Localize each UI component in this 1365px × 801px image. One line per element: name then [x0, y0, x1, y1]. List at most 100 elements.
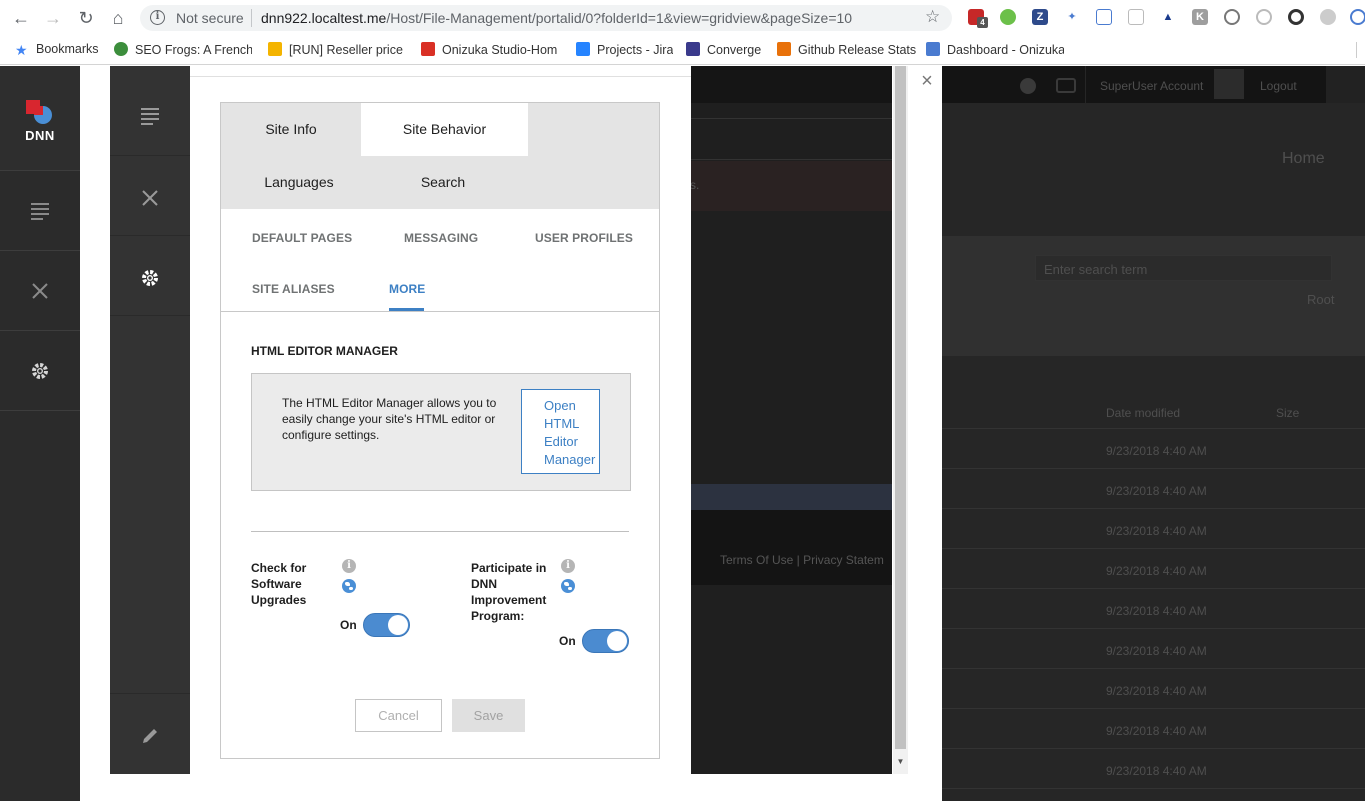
tab-site-info[interactable]: Site Info: [221, 103, 361, 156]
panel-scrollbar-thumb[interactable]: [895, 66, 906, 749]
table-row-divider: [942, 468, 1365, 469]
subtab-site-aliases[interactable]: SITE ALIASES: [252, 282, 335, 296]
extension-icon[interactable]: ▲: [1160, 9, 1176, 25]
open-html-editor-manager-button[interactable]: Open HTML Editor Manager: [521, 389, 600, 474]
background-filter-band: [942, 236, 1365, 356]
background-band: [690, 484, 892, 510]
extension-icon[interactable]: [1288, 9, 1304, 25]
info-icon[interactable]: i: [342, 559, 356, 573]
extension-icon[interactable]: [1350, 9, 1365, 25]
tab-languages[interactable]: Languages: [221, 156, 377, 209]
background-row-date: 9/23/2018 4:40 AM: [1106, 564, 1207, 578]
extension-icon[interactable]: ✦: [1064, 9, 1080, 25]
info-icon[interactable]: i: [561, 559, 575, 573]
gear-icon: [142, 270, 158, 286]
background-col-date: Date modified: [1106, 406, 1181, 420]
bookmark-item[interactable]: ★ Bookmarks: [15, 42, 99, 58]
subtab-more[interactable]: MORE: [389, 282, 425, 296]
extension-icon[interactable]: Z: [1032, 9, 1048, 25]
settings-persona-bar: [110, 66, 190, 774]
footer-links[interactable]: Terms Of Use | Privacy Statem: [720, 553, 884, 567]
globe-icon: [342, 579, 356, 593]
tab-search[interactable]: Search: [377, 156, 509, 209]
background-row-date: 9/23/2018 4:40 AM: [1106, 604, 1207, 618]
improvement-program-label: Participate in DNN Improvement Program:: [471, 561, 547, 623]
persona-edit-button[interactable]: [110, 693, 190, 774]
extension-icon[interactable]: [1224, 9, 1240, 25]
section-title: HTML EDITOR MANAGER: [251, 344, 398, 358]
close-icon[interactable]: ×: [917, 71, 937, 91]
bookmarks-overflow[interactable]: [1356, 42, 1365, 58]
content-icon: [141, 108, 159, 125]
bookmark-item[interactable]: Github Release Stats: [777, 42, 916, 58]
rail-settings-button[interactable]: [0, 331, 80, 411]
cancel-button[interactable]: Cancel: [355, 699, 442, 732]
tools-icon: [32, 283, 48, 299]
improvement-program-toggle[interactable]: [582, 629, 629, 653]
rail-content-button[interactable]: [0, 171, 80, 251]
bookmark-item[interactable]: Converge: [686, 42, 761, 58]
section-divider: [251, 531, 629, 532]
tab-site-behavior[interactable]: Site Behavior: [361, 103, 528, 156]
table-row-divider: [942, 628, 1365, 629]
background-row-date: 9/23/2018 4:40 AM: [1106, 444, 1207, 458]
extension-icon[interactable]: K: [1192, 9, 1208, 25]
subtab-default-pages[interactable]: DEFAULT PAGES: [252, 231, 352, 245]
dnn-logo-text: DNN: [25, 128, 55, 143]
forward-icon[interactable]: →: [43, 8, 63, 28]
tools-icon: [142, 190, 158, 206]
background-account-link: SuperUser Account: [1100, 79, 1204, 93]
site-info-icon[interactable]: i: [150, 10, 165, 25]
subtab-user-profiles[interactable]: USER PROFILES: [535, 231, 633, 245]
extension-icon[interactable]: [1256, 9, 1272, 25]
bookmarks-bar: ★ Bookmarks SEO Frogs: A French [RUN] Res…: [0, 36, 1365, 65]
background-row-date: 9/23/2018 4:40 AM: [1106, 684, 1207, 698]
bookmark-item[interactable]: SEO Frogs: A French: [114, 42, 252, 58]
check-upgrades-label: Check for Software Upgrades: [251, 561, 307, 607]
drive-icon: [268, 42, 282, 56]
save-button[interactable]: Save: [452, 699, 525, 732]
extension-icon[interactable]: [1128, 9, 1144, 25]
dnn-persona-rail: DNN: [0, 66, 80, 801]
extension-icon[interactable]: [1000, 9, 1016, 25]
extension-icon[interactable]: [1320, 9, 1336, 25]
back-icon[interactable]: ←: [11, 8, 31, 28]
table-row-divider: [942, 788, 1365, 789]
table-row-divider: [942, 588, 1365, 589]
rail-manage-button[interactable]: [0, 251, 80, 331]
toggle-knob: [388, 615, 408, 635]
reload-icon[interactable]: ↻: [76, 8, 96, 28]
persona-manage-button[interactable]: [110, 156, 190, 236]
background-search-box: Enter search term: [1035, 255, 1332, 281]
search-icon: [1326, 66, 1365, 103]
background-row-date: 9/23/2018 4:40 AM: [1106, 764, 1207, 778]
background-file-manager: SuperUser Account Logout Home Enter sear…: [942, 66, 1365, 801]
dnn-logo[interactable]: DNN: [0, 66, 80, 171]
bookmark-item[interactable]: Projects - Jira: [576, 42, 673, 58]
extension-icon[interactable]: [1096, 9, 1112, 25]
converge-icon: [686, 42, 700, 56]
table-row-divider: [942, 748, 1365, 749]
table-row-divider: [942, 508, 1365, 509]
scroll-down-arrow-icon[interactable]: ▼: [895, 756, 906, 768]
bookmark-item[interactable]: Onizuka Studio-Hom: [421, 42, 557, 58]
address-bar[interactable]: i Not secure dnn922.localtest.me/Host/Fi…: [140, 5, 952, 31]
background-message-text: s.: [690, 178, 700, 192]
notification-icon: [1020, 78, 1036, 94]
site-settings-card: Site Info Site Behavior Languages Search…: [220, 102, 660, 759]
extension-icon[interactable]: 4: [968, 9, 988, 28]
content-icon: [31, 203, 49, 220]
bookmark-item[interactable]: Dashboard - Onizuka: [926, 42, 1064, 58]
frog-icon: [114, 42, 128, 56]
subtab-messaging[interactable]: MESSAGING: [404, 231, 478, 245]
dnn-logo-icon: [26, 100, 52, 124]
persona-content-button[interactable]: [110, 76, 190, 156]
panel-header-divider: [190, 76, 691, 77]
url-text[interactable]: dnn922.localtest.me/Host/File-Management…: [261, 10, 852, 26]
table-row-divider: [942, 548, 1365, 549]
bookmark-item[interactable]: [RUN] Reseller price c: [268, 42, 406, 58]
home-icon[interactable]: ⌂: [108, 8, 128, 28]
persona-settings-button[interactable]: [110, 236, 190, 316]
check-upgrades-toggle[interactable]: [363, 613, 410, 637]
bookmark-star-icon[interactable]: ☆: [925, 7, 940, 27]
